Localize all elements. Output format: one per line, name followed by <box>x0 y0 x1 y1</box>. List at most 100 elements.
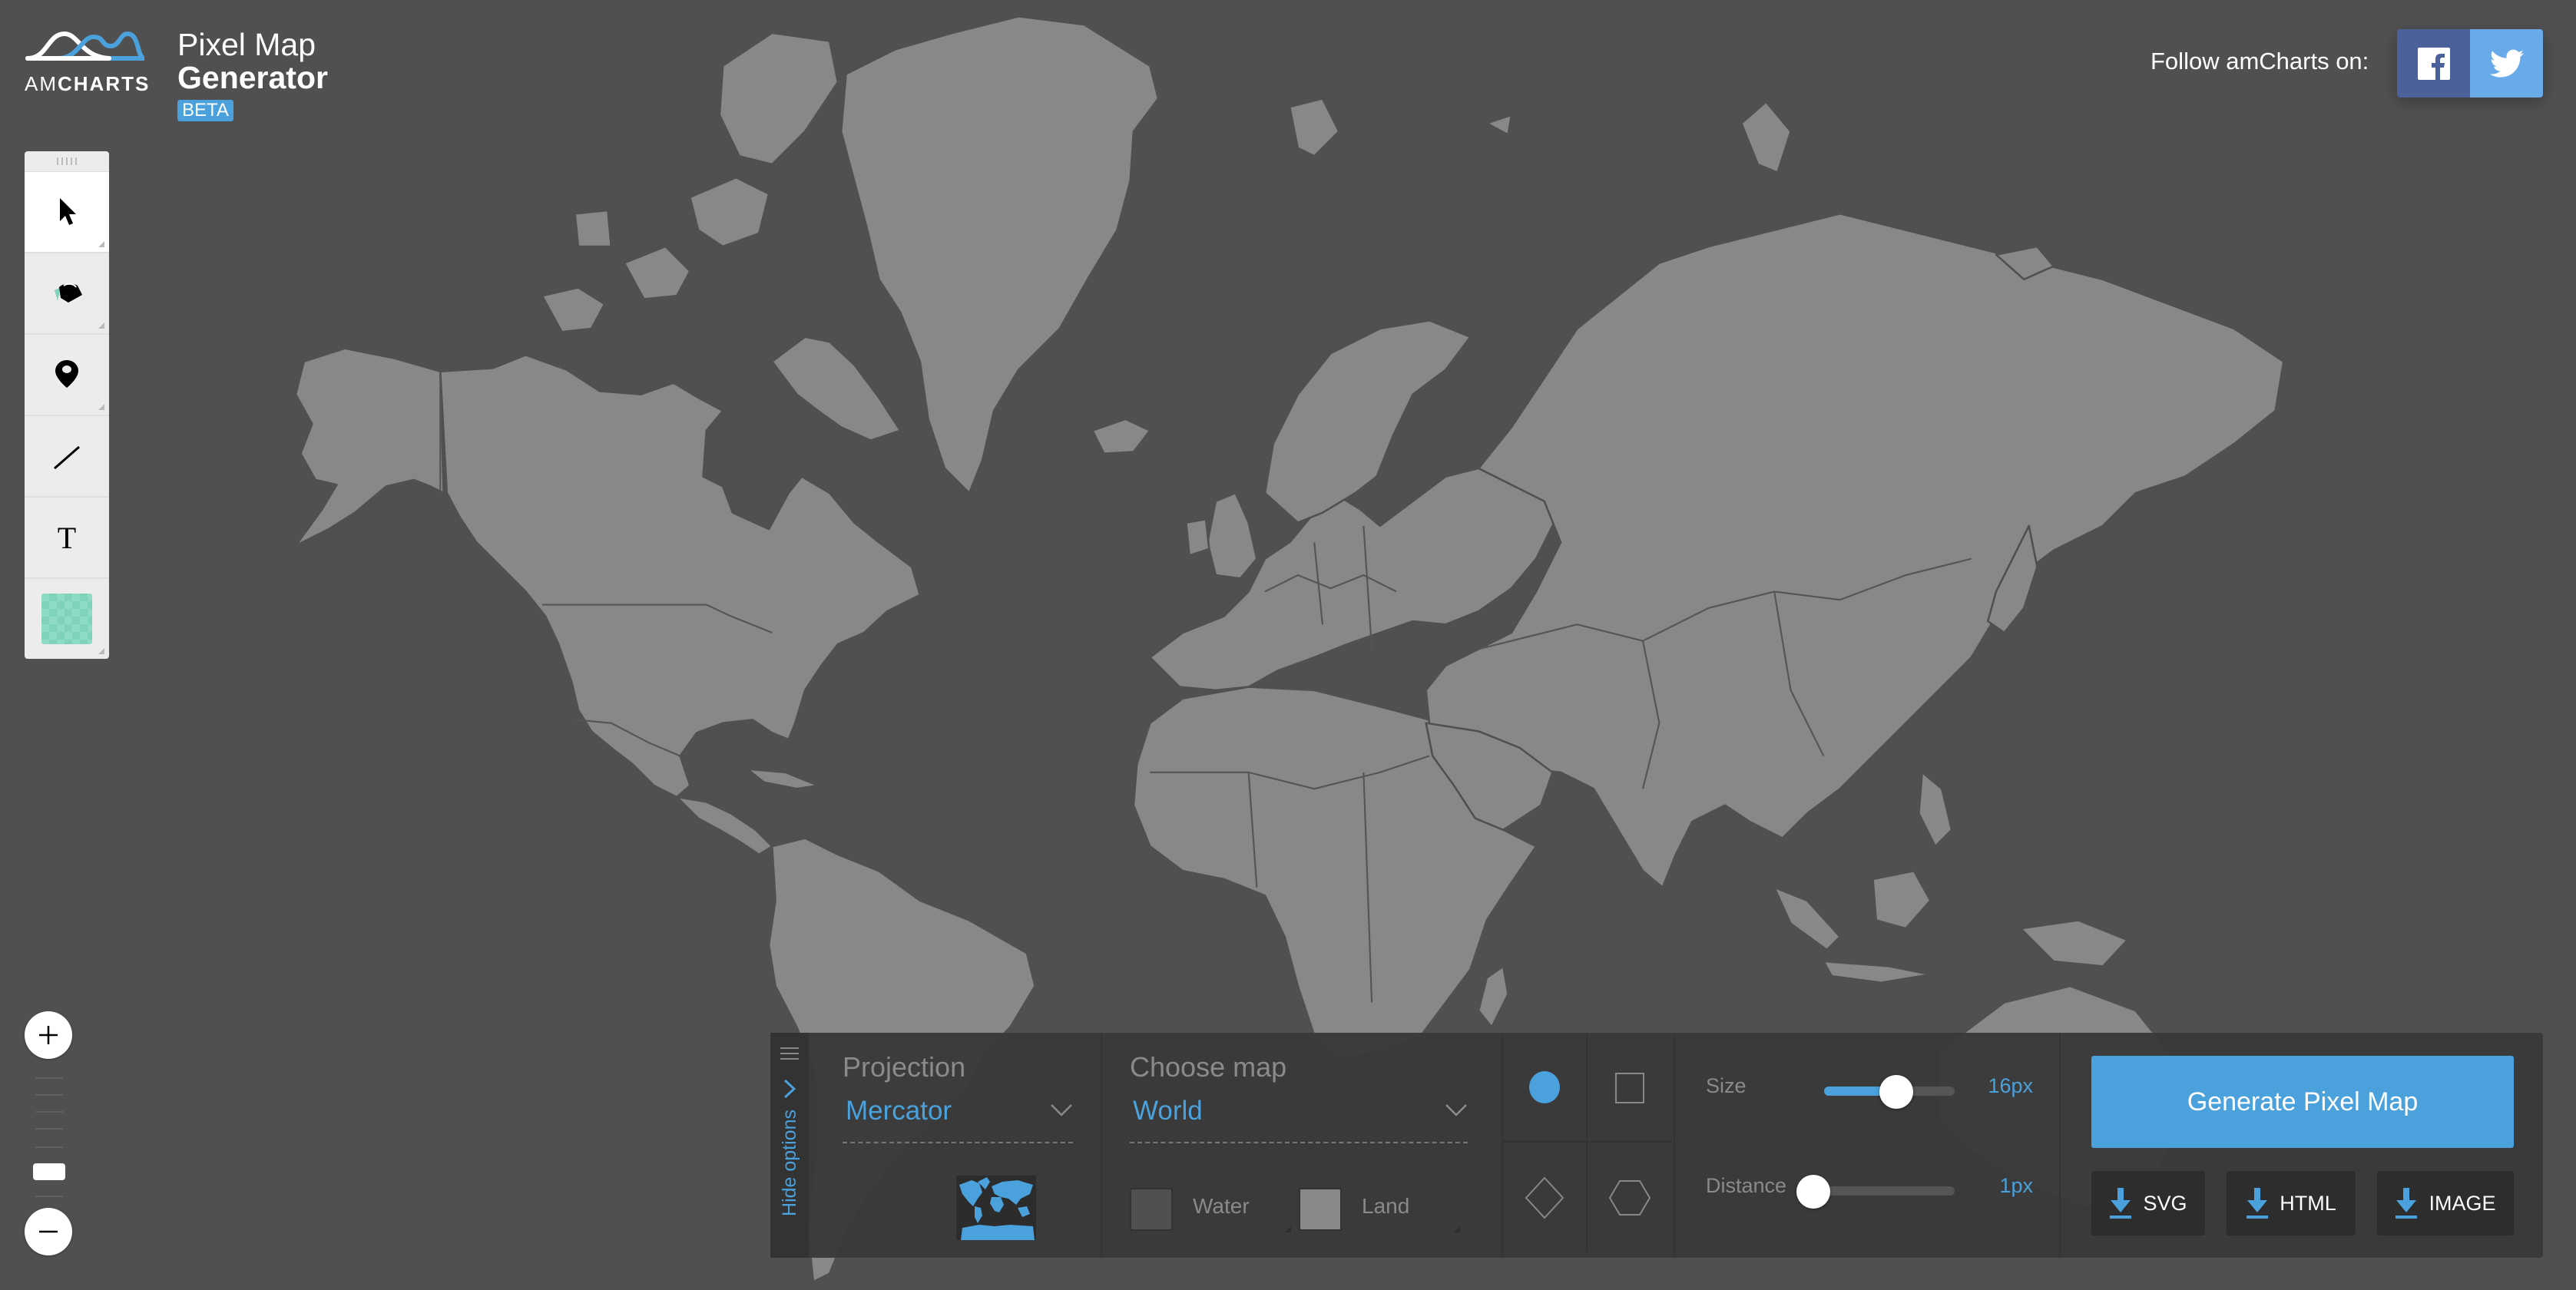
ellesmere-island[interactable] <box>718 31 839 166</box>
zoom-out-button[interactable] <box>25 1208 72 1255</box>
great-britain[interactable] <box>1206 491 1258 580</box>
java[interactable] <box>1823 960 1932 984</box>
follow-brand: amCharts <box>2226 48 2329 74</box>
generate-pixel-map-button[interactable]: Generate Pixel Map <box>2091 1056 2514 1148</box>
tool-line[interactable] <box>25 416 109 498</box>
zoom-tick <box>35 1146 63 1148</box>
arctic-islands-3[interactable] <box>689 176 770 248</box>
beta-badge: BETA <box>177 100 233 121</box>
tool-fill[interactable] <box>25 253 109 335</box>
distance-slider[interactable] <box>1796 1175 1955 1209</box>
central-america[interactable] <box>675 796 773 856</box>
world-map-thumbnail <box>959 1177 1035 1240</box>
zoom-control <box>25 1011 74 1255</box>
svalbard[interactable] <box>1288 98 1340 157</box>
water-color-picker[interactable] <box>1130 1188 1173 1231</box>
logo-text-light: AM <box>25 72 58 95</box>
shape-diamond-option[interactable] <box>1503 1143 1588 1252</box>
alaska[interactable] <box>294 347 445 547</box>
asia[interactable] <box>1425 212 2285 888</box>
toolbar-drag-handle[interactable] <box>25 151 109 172</box>
download-icon <box>2396 1188 2418 1219</box>
tool-marker[interactable] <box>25 335 109 416</box>
submenu-indicator <box>98 322 104 329</box>
shape-circle-option[interactable] <box>1503 1033 1588 1143</box>
drawing-toolbar: T <box>25 151 109 659</box>
twitter-button[interactable] <box>2470 29 2543 98</box>
download-image-button[interactable]: IMAGE <box>2377 1171 2514 1235</box>
amcharts-mountains-icon <box>25 31 146 61</box>
zoom-slider[interactable] <box>25 1059 74 1208</box>
facebook-button[interactable] <box>2397 29 2470 98</box>
tool-color[interactable] <box>25 579 109 659</box>
borneo[interactable] <box>1872 869 1932 930</box>
zoom-slider-thumb[interactable] <box>33 1163 65 1180</box>
menu-icon <box>780 1044 799 1063</box>
iceland[interactable] <box>1091 418 1151 455</box>
facebook-icon <box>2417 47 2450 80</box>
size-slider[interactable] <box>1824 1075 1955 1109</box>
land-color-picker[interactable] <box>1299 1188 1342 1231</box>
zoom-tick <box>35 1128 63 1130</box>
map-value: World <box>1133 1096 1203 1126</box>
projection-select[interactable]: Mercator <box>843 1087 1073 1143</box>
size-value: 16px <box>1988 1074 2033 1097</box>
circle-icon <box>1529 1070 1560 1103</box>
download-svg-button[interactable]: SVG <box>2091 1171 2205 1235</box>
distance-label: Distance <box>1706 1174 1787 1197</box>
size-slider-thumb[interactable] <box>1879 1075 1913 1109</box>
twitter-icon <box>2489 49 2524 78</box>
water-label: Water <box>1193 1194 1250 1218</box>
madagascar[interactable] <box>1477 965 1509 1028</box>
download-icon <box>2110 1188 2132 1219</box>
arctic-islands-4[interactable] <box>574 209 613 248</box>
distance-slider-thumb[interactable] <box>1796 1175 1830 1209</box>
zoom-tick <box>35 1111 63 1113</box>
arctic-islands-2[interactable] <box>623 245 691 300</box>
projection-label: Projection <box>843 1051 966 1083</box>
chevron-right-icon <box>783 1079 796 1099</box>
slider-section: Size 16px Distance 1px <box>1675 1033 2061 1258</box>
hide-options-button[interactable]: Hide options <box>770 1033 809 1258</box>
distance-value: 1px <box>1999 1174 2033 1197</box>
novaya-zemlya[interactable] <box>1740 101 1792 174</box>
zoom-in-button[interactable] <box>25 1011 72 1059</box>
philippines[interactable] <box>1918 771 1953 848</box>
cuba[interactable] <box>746 768 819 790</box>
tool-select[interactable] <box>25 172 109 253</box>
submenu-indicator <box>98 404 104 410</box>
cursor-arrow-icon <box>60 198 76 225</box>
amcharts-logo[interactable]: AMCHARTS <box>25 28 151 97</box>
tool-text[interactable]: T <box>25 498 109 579</box>
map-select[interactable]: World <box>1130 1087 1468 1143</box>
arctic-islands-1[interactable] <box>541 286 606 333</box>
choose-map-label: Choose map <box>1130 1051 1287 1083</box>
social-buttons <box>2397 29 2543 98</box>
land-dropdown-indicator <box>1454 1226 1460 1232</box>
size-label: Size <box>1706 1074 1747 1097</box>
sumatra[interactable] <box>1773 886 1841 951</box>
options-panel: Hide options Projection Mercator Choose … <box>770 1033 2543 1258</box>
water-dropdown-indicator <box>1285 1226 1291 1232</box>
svg-text:T: T <box>58 522 76 553</box>
zoom-tick <box>35 1196 63 1197</box>
chevron-down-icon <box>1445 1104 1467 1116</box>
logo-text-bold: CHARTS <box>58 72 151 95</box>
choose-map-section: Choose map World Water Land <box>1102 1033 1503 1258</box>
follow-suffix: on: <box>2329 48 2369 74</box>
logo-wordmark: AMCHARTS <box>25 72 151 96</box>
download-html-button[interactable]: HTML <box>2227 1171 2356 1235</box>
color-swatch[interactable] <box>41 594 92 644</box>
shape-hexagon-option[interactable] <box>1588 1143 1672 1252</box>
pixel-shape-selector <box>1503 1033 1675 1258</box>
chevron-down-icon <box>1051 1104 1072 1116</box>
download-svg-label: SVG <box>2143 1191 2187 1215</box>
franz-josef-land[interactable] <box>1485 114 1513 136</box>
ireland[interactable] <box>1185 518 1210 557</box>
baffin-island[interactable] <box>771 336 902 442</box>
download-html-label: HTML <box>2280 1191 2336 1215</box>
new-guinea[interactable] <box>2019 919 2129 968</box>
plus-icon <box>39 1026 58 1044</box>
shape-square-option[interactable] <box>1588 1033 1672 1143</box>
paint-bucket-icon <box>55 283 82 303</box>
